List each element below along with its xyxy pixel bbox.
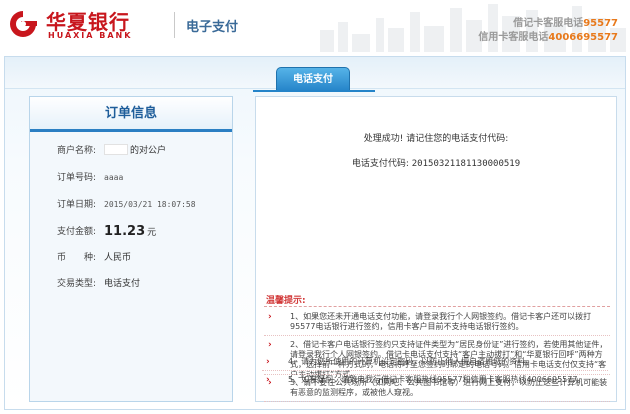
transaction-type-value: 电话支付 <box>104 279 141 289</box>
transaction-type-label: 交易类型: <box>56 279 96 289</box>
tip-divider <box>264 335 610 336</box>
tip-arrow-icon: › <box>266 357 270 367</box>
tip-item: › 5、如有疑问，请致电我行借记卡客服热线95577和信用卡客服热线400669… <box>264 375 608 385</box>
tip-text: 5、如有疑问，请致电我行借记卡客服热线95577和信用卡客服热线40066955… <box>288 375 586 384</box>
merchant-value: 的对公户 <box>104 144 166 158</box>
payment-code-label: 电话支付代码: <box>351 159 409 169</box>
currency-value: 人民币 <box>104 253 132 263</box>
logo-divider <box>174 12 175 38</box>
amount-value: 11.23 元 <box>104 225 156 240</box>
currency-label: 币 种: <box>56 253 96 263</box>
tip-divider <box>264 401 610 402</box>
merchant-row: 商户名称: 的对公户 <box>30 144 232 158</box>
credit-hotline: 信用卡客服电话4006695577 <box>478 28 618 43</box>
order-date-row: 订单日期: 2015/03/21 18:07:58 <box>30 198 232 212</box>
order-number-value: aaaa <box>104 173 124 182</box>
currency-row: 币 种: 人民币 <box>30 251 232 265</box>
amount-number: 11.23 <box>104 224 146 239</box>
tip-divider <box>262 370 608 371</box>
amount-label: 支付金额: <box>56 227 96 237</box>
order-info-panel: 订单信息 商户名称: 的对公户 订单号码: aaaa 订单日期: 2015/03… <box>29 96 233 402</box>
huaxia-logo-icon <box>10 11 37 37</box>
order-info-title: 订单信息 <box>30 97 232 132</box>
tip-text: 4、请为您所使用的计算机设定密码，以防止他人擅自盗用您的资料。 <box>288 357 534 366</box>
tips-separator <box>264 306 610 307</box>
success-message: 处理成功! 请记住您的电话支付代码: <box>363 134 509 144</box>
order-number-row: 订单号码: aaaa <box>30 171 232 185</box>
amount-unit: 元 <box>147 228 157 238</box>
merchant-label: 商户名称: <box>56 146 96 156</box>
tip-arrow-icon: › <box>268 340 272 350</box>
transaction-type-row: 交易类型: 电话支付 <box>30 277 232 291</box>
amount-row: 支付金额: 11.23 元 <box>30 225 232 239</box>
tab-phone-payment[interactable]: 电话支付 <box>276 67 350 91</box>
order-date-value: 2015/03/21 18:07:58 <box>104 200 196 209</box>
page-header: 华夏银行 HUAXIA BANK 电子支付 借记卡客服电话95577 信用卡客服… <box>0 0 630 52</box>
product-title: 电子支付 <box>186 20 239 35</box>
redacted-block <box>104 144 128 155</box>
tip-arrow-icon: › <box>268 312 272 322</box>
credit-hotline-number: 4006695577 <box>548 32 618 43</box>
order-number-label: 订单号码: <box>56 173 96 183</box>
tip-text: 1、如果您还未开通电话支付功能，请登录我行个人网银签约。借记卡客户还可以拨打95… <box>290 312 592 331</box>
payment-code-line: 电话支付代码: 20150321181130000519 <box>256 156 616 169</box>
order-date-label: 订单日期: <box>56 200 96 210</box>
tip-item: › 4、请为您所使用的计算机设定密码，以防止他人擅自盗用您的资料。 <box>264 357 608 367</box>
tab-underline <box>253 90 375 92</box>
tips-title: 温馨提示: <box>266 296 306 306</box>
payment-code-value: 20150321181130000519 <box>411 159 521 169</box>
tip-item: › 1、如果您还未开通电话支付功能，请登录我行个人网银签约。借记卡客户还可以拨打… <box>266 312 610 332</box>
merchant-name: 的对公户 <box>130 146 167 156</box>
debit-hotline: 借记卡客服电话95577 <box>513 14 618 29</box>
credit-hotline-label: 信用卡客服电话 <box>478 32 549 43</box>
bank-name-en: HUAXIA BANK <box>48 31 133 40</box>
tip-arrow-icon: › <box>266 375 270 385</box>
